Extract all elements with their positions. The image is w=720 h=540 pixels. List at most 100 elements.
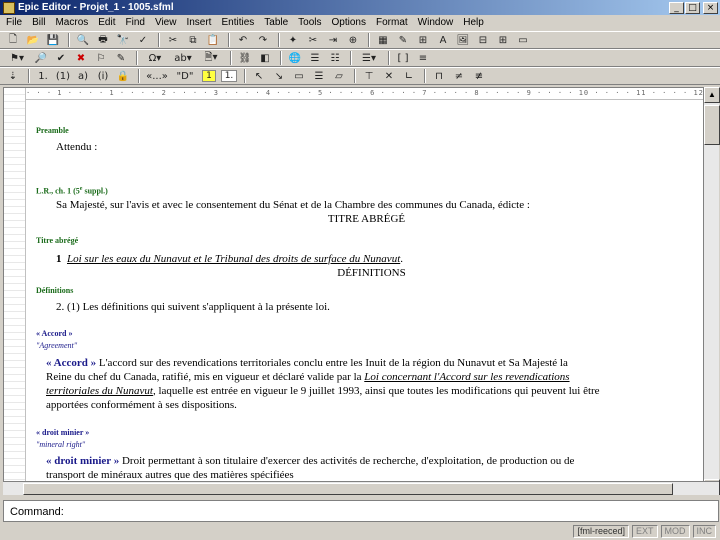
title-bar: Epic Editor - Projet_1 - 1005.sfml _ □ ×: [0, 0, 720, 15]
horizontal-scrollbar[interactable]: [3, 481, 719, 495]
menu-entities[interactable]: Entities: [221, 17, 254, 28]
menu-edit[interactable]: Edit: [98, 17, 115, 28]
menu-window[interactable]: Window: [418, 17, 454, 28]
open-folder-icon[interactable]: 📂: [24, 32, 42, 48]
menu-help[interactable]: Help: [463, 17, 484, 28]
spacing-dropdown-icon[interactable]: ☰▾: [356, 50, 382, 66]
l-icon[interactable]: ∟: [400, 68, 418, 84]
section-1-number: 1: [56, 253, 62, 265]
globe-icon[interactable]: 🌐: [286, 50, 304, 66]
menu-format[interactable]: Format: [376, 17, 408, 28]
spellcheck-icon[interactable]: ✓: [134, 32, 152, 48]
split-icon[interactable]: ✂: [304, 32, 322, 48]
white-number-label: 1.: [220, 70, 238, 82]
validate-icon[interactable]: ✔: [52, 50, 70, 66]
arrow-up-left-icon[interactable]: ↖: [250, 68, 268, 84]
vertical-scroll-thumb[interactable]: [704, 105, 720, 145]
find-tag-icon[interactable]: 🔎: [32, 50, 50, 66]
edit-table-icon[interactable]: ✎: [394, 32, 412, 48]
insert-element-icon[interactable]: ⊕: [344, 32, 362, 48]
menu-table[interactable]: Table: [264, 17, 288, 28]
join-icon[interactable]: ⇥: [324, 32, 342, 48]
structure-toolbar: ⇣ 1. (1) a) (i) 🔒 «...» "D" 1 1. ↖ ↘ ▭ ☰…: [0, 67, 720, 85]
numbering-lock-icon[interactable]: 🔒: [114, 68, 132, 84]
command-label: Command:: [10, 506, 64, 518]
horizontal-scroll-thumb[interactable]: [23, 483, 673, 495]
quote-english-button[interactable]: "D": [172, 68, 198, 84]
numbering-roman-button[interactable]: (i): [94, 68, 112, 84]
list-icon[interactable]: ☰: [306, 50, 324, 66]
close-button[interactable]: ×: [703, 1, 718, 14]
not-identical-icon[interactable]: ≢: [470, 68, 488, 84]
abc-dropdown-icon[interactable]: ab▾: [170, 50, 196, 66]
find-icon[interactable]: 🔭: [114, 32, 132, 48]
quote-french-button[interactable]: «...»: [144, 68, 170, 84]
tag-dropdown-icon[interactable]: ⚑▾: [4, 50, 30, 66]
tc-icon[interactable]: ⊤: [360, 68, 378, 84]
new-file-icon[interactable]: 🗋: [4, 32, 22, 48]
maximize-button[interactable]: □: [685, 1, 700, 14]
paste-icon[interactable]: 📋: [204, 32, 222, 48]
redo-icon[interactable]: ↷: [254, 32, 272, 48]
menu-macros[interactable]: Macros: [55, 17, 88, 28]
lr-label-end: suppl.): [82, 186, 108, 196]
menu-file[interactable]: File: [6, 17, 22, 28]
print-icon[interactable]: 🖶: [94, 32, 112, 48]
indent-icon[interactable]: ⇣: [4, 68, 22, 84]
menu-insert[interactable]: Insert: [186, 17, 211, 28]
not-equal-icon[interactable]: ≠: [450, 68, 468, 84]
edit-tag-icon[interactable]: ✎: [112, 50, 130, 66]
highlight-yellow-button[interactable]: 1: [200, 68, 218, 84]
cut-icon[interactable]: ✂: [164, 32, 182, 48]
command-line[interactable]: Command:: [3, 500, 719, 522]
def-droit-minier-line2: transport de minéraux autres que des mat…: [46, 469, 294, 480]
link-icon[interactable]: ⛓: [236, 50, 254, 66]
list-settings-icon[interactable]: ☷: [326, 50, 344, 66]
menu-tools[interactable]: Tools: [298, 17, 321, 28]
numbering-1-button[interactable]: 1.: [34, 68, 52, 84]
scroll-up-icon[interactable]: ▲: [704, 87, 720, 103]
menu-view[interactable]: View: [155, 17, 177, 28]
symbol-dropdown-icon[interactable]: Ω▾: [142, 50, 168, 66]
node-icon[interactable]: ⊓: [430, 68, 448, 84]
undo-icon[interactable]: ↶: [234, 32, 252, 48]
copy-icon[interactable]: ⧉: [184, 32, 202, 48]
minimize-button[interactable]: _: [669, 1, 684, 14]
preamble-label: Preamble: [36, 126, 69, 135]
numbering-letter-button[interactable]: a): [74, 68, 92, 84]
document-dropdown-icon[interactable]: 🗎▾: [198, 50, 224, 66]
document-content[interactable]: Preamble Attendu : L.R., ch. 1 (5e suppl…: [29, 102, 704, 480]
menu-find[interactable]: Find: [126, 17, 145, 28]
rectangle-icon[interactable]: ▭: [290, 68, 308, 84]
insert-row-icon[interactable]: ⊟: [474, 32, 492, 48]
tx-icon[interactable]: ✕: [380, 68, 398, 84]
lines-icon[interactable]: ☰: [310, 68, 328, 84]
grid-icon[interactable]: ⊞: [414, 32, 432, 48]
toggle-tags-icon[interactable]: ⚐: [92, 50, 110, 66]
ruler: · · · 1 · · · · 1 · · · · 2 · · · · 3 · …: [26, 88, 706, 100]
cursor-icon[interactable]: ▱: [330, 68, 348, 84]
table-icon[interactable]: ▦: [374, 32, 392, 48]
align-icon[interactable]: ≡: [414, 50, 432, 66]
insert-column-icon[interactable]: ⊞: [494, 32, 512, 48]
highlight-white-button[interactable]: 1.: [220, 68, 238, 84]
vertical-scrollbar[interactable]: ▲ ▼: [703, 87, 720, 495]
print-preview-icon[interactable]: 🔍: [74, 32, 92, 48]
standard-toolbar: 🗋 📂 💾 🔍 🖶 🔭 ✓ ✂ ⧉ 📋 ↶ ↷ ✦ ✂ ⇥ ⊕ ▦ ✎ ⊞ A …: [0, 31, 720, 49]
numbering-paren-button[interactable]: (1): [54, 68, 72, 84]
status-element: [fml-reeced]: [573, 525, 629, 538]
brackets-icon[interactable]: [ ]: [394, 50, 412, 66]
tag-tool-icon[interactable]: ✦: [284, 32, 302, 48]
delete-tag-icon[interactable]: ✖: [72, 50, 90, 66]
def-accord-line4: apportées conformément à ses disposition…: [46, 399, 237, 411]
text-size-icon[interactable]: A: [434, 32, 452, 48]
window-icon[interactable]: ▭: [514, 32, 532, 48]
status-inc: INC: [692, 525, 716, 538]
save-icon[interactable]: 💾: [44, 32, 62, 48]
editor-pane[interactable]: · · · 1 · · · · 1 · · · · 2 · · · · 3 · …: [3, 87, 706, 495]
graphic-icon[interactable]: ◧: [256, 50, 274, 66]
arrow-down-right-icon[interactable]: ↘: [270, 68, 288, 84]
image-icon[interactable]: 🖼: [454, 32, 472, 48]
menu-options[interactable]: Options: [332, 17, 366, 28]
menu-bill[interactable]: Bill: [32, 17, 45, 28]
